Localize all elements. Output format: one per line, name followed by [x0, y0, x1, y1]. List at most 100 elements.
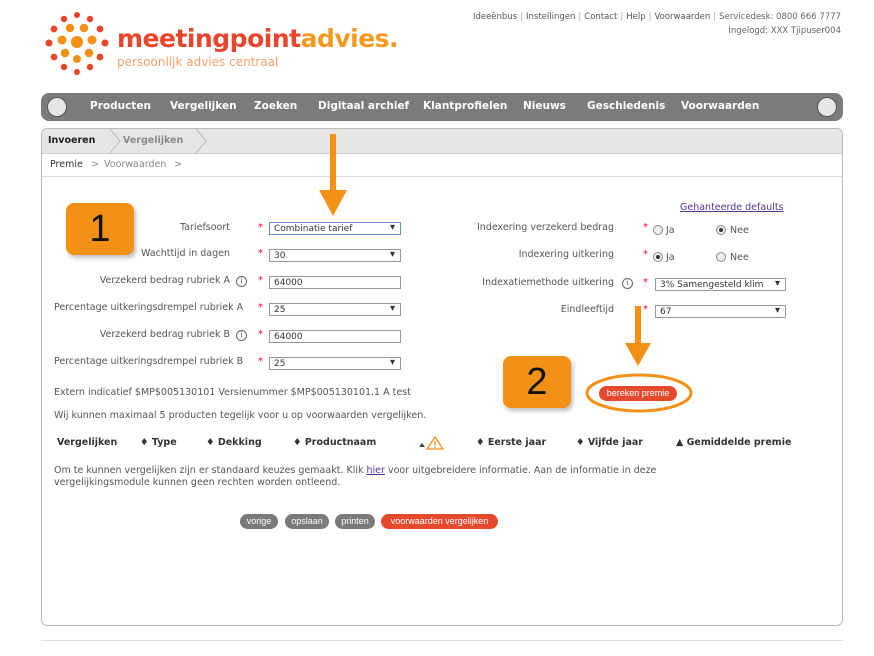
defaults-link[interactable]: Gehanteerde defaults [680, 202, 784, 213]
hier-link[interactable]: hier [367, 465, 385, 476]
label-indexering-uitkering: Indexering uitkering [518, 249, 614, 260]
label-verzekerd-bedrag-a: Verzekerd bedrag rubriek A [99, 275, 230, 286]
footer-divider [41, 640, 843, 641]
breadcrumb-separator: > [91, 159, 99, 170]
nav-klantprofielen[interactable]: Klantprofielen [423, 100, 507, 112]
info-icon[interactable]: i [236, 276, 247, 287]
sort-icon: ♦ [576, 437, 585, 448]
required-mark: * [643, 249, 648, 260]
step-badge-1: 1 [66, 203, 134, 255]
arrow-down-icon [625, 306, 651, 366]
radio-label: Ja [666, 252, 675, 263]
info-note-line2: vergelijkingsmodule kunnen geen rechten … [54, 477, 341, 488]
label-indexatiemethode: Indexatiemethode uitkering [482, 277, 614, 288]
indexatiemethode-select[interactable]: 3% Samengesteld klim [655, 278, 786, 291]
nav-vergelijken[interactable]: Vergelijken [170, 100, 237, 112]
link-ideeenbus[interactable]: Ideeënbus [473, 12, 517, 22]
radio-ja-verzekerd[interactable] [653, 225, 663, 235]
nav-geschiedenis[interactable]: Geschiedenis [587, 100, 665, 112]
vorige-button[interactable]: vorige [240, 514, 278, 529]
percentage-a-select[interactable]: 25 [269, 303, 401, 316]
required-mark: * [643, 277, 648, 288]
sort-icon: ♦ [140, 437, 149, 448]
required-mark: * [643, 222, 648, 233]
percentage-b-select[interactable]: 25 [269, 357, 401, 370]
breadcrumb-voorwaarden[interactable]: Voorwaarden [104, 159, 166, 170]
sort-icon: ♦ [476, 437, 485, 448]
step-badge-2: 2 [503, 356, 571, 408]
tab-vergelijken[interactable]: Vergelijken [123, 135, 183, 146]
tab-bar: Invoeren Vergelijken [42, 129, 842, 154]
nav-zoeken[interactable]: Zoeken [254, 100, 297, 112]
col-vergelijken: Vergelijken [57, 437, 118, 448]
ball-icon[interactable] [817, 97, 837, 117]
wachttijd-select[interactable]: 30 [269, 249, 401, 262]
radio-nee-verzekerd[interactable] [716, 225, 726, 235]
required-mark: * [258, 302, 263, 313]
breadcrumb: Premie > Voorwaarden > [42, 154, 842, 177]
tab-invoeren[interactable]: Invoeren [48, 135, 95, 146]
sort-up-icon: ▲ [676, 437, 684, 448]
link-instellingen[interactable]: Instellingen [526, 12, 575, 22]
label-eindleeftijd: Eindleeftijd [560, 304, 614, 315]
col-type[interactable]: ♦ Type [140, 437, 177, 448]
sort-icon: ♦ [206, 437, 215, 448]
label-percentage-a: Percentage uitkeringsdrempel rubriek A [54, 302, 244, 313]
eindleeftijd-select[interactable]: 67 [655, 305, 786, 318]
arrow-down-icon [319, 134, 347, 216]
radio-label: Ja [666, 225, 675, 236]
nav-voorwaarden[interactable]: Voorwaarden [681, 100, 759, 112]
logged-in-text: Ingelogd: XXX Tjipuser004 [728, 26, 841, 36]
info-note: Om te kunnen vergelijken zijn er standaa… [54, 465, 657, 476]
nav-producten[interactable]: Producten [90, 100, 151, 112]
info-icon[interactable]: i [622, 278, 633, 289]
brand-tagline: persoonlijk advies centraal [117, 55, 279, 69]
col-eerste-jaar[interactable]: ♦ Eerste jaar [476, 437, 546, 448]
tariefsoort-select[interactable]: Combinatie tarief [269, 222, 401, 235]
label-tariefsoort: Tariefsoort [180, 222, 230, 233]
brand-name: meetingpointadvies. [117, 24, 399, 53]
extern-indicatief-text: Extern indicatief $MP$005130101 Versienu… [54, 387, 411, 398]
link-voorwaarden[interactable]: Voorwaarden [654, 12, 710, 22]
home-icon[interactable] [47, 97, 67, 117]
opslaan-button[interactable]: opslaan [285, 514, 329, 529]
label-verzekerd-bedrag-b: Verzekerd bedrag rubriek B [99, 329, 230, 340]
warning-icon [419, 436, 444, 450]
logo-icon [45, 12, 109, 75]
main-nav: Producten Vergelijken Zoeken Digitaal ar… [41, 93, 843, 121]
breadcrumb-separator: > [174, 159, 182, 170]
sort-icon: ♦ [293, 437, 302, 448]
tab-separator-icon [109, 129, 121, 153]
col-dekking[interactable]: ♦ Dekking [206, 437, 262, 448]
radio-nee-uitkering[interactable] [716, 252, 726, 262]
bereken-premie-button[interactable]: bereken premie [599, 386, 677, 401]
verzekerd-bedrag-b-input[interactable]: 64000 [269, 330, 401, 343]
breadcrumb-premie[interactable]: Premie [50, 159, 83, 170]
radio-label: Nee [730, 225, 749, 236]
radio-ja-uitkering[interactable] [653, 252, 663, 262]
required-mark: * [258, 275, 263, 286]
required-mark: * [258, 248, 263, 259]
label-percentage-b: Percentage uitkeringsdrempel rubriek B [54, 356, 244, 367]
info-icon[interactable]: i [236, 330, 247, 341]
link-help[interactable]: Help [626, 12, 645, 22]
required-mark: * [258, 356, 263, 367]
nav-digitaal-archief[interactable]: Digitaal archief [318, 100, 409, 112]
max-products-text: Wij kunnen maximaal 5 producten tegelijk… [54, 410, 427, 421]
tab-separator-icon [195, 129, 207, 153]
top-links: Ideeënbus | Instellingen | Contact | Help | Voor… [472, 12, 841, 36]
required-mark: * [258, 329, 263, 340]
servicedesk-text: Servicedesk: 0800 666 7777 [719, 12, 841, 22]
required-mark: * [258, 222, 263, 233]
voorwaarden-vergelijken-button[interactable]: voorwaarden vergelijken [381, 514, 498, 529]
col-gemiddelde-premie[interactable]: ▲ Gemiddelde premie [676, 437, 791, 448]
verzekerd-bedrag-a-input[interactable]: 64000 [269, 276, 401, 289]
link-contact[interactable]: Contact [584, 12, 617, 22]
label-wachttijd: Wachttijd in dagen [140, 248, 230, 259]
radio-label: Nee [730, 252, 749, 263]
label-indexering-verzekerd: Indexering verzekerd bedrag [477, 222, 614, 233]
col-productnaam[interactable]: ♦ Productnaam [293, 437, 376, 448]
nav-nieuws[interactable]: Nieuws [523, 100, 566, 112]
printen-button[interactable]: printen [335, 514, 375, 529]
col-vijfde-jaar[interactable]: ♦ Vijfde jaar [576, 437, 643, 448]
